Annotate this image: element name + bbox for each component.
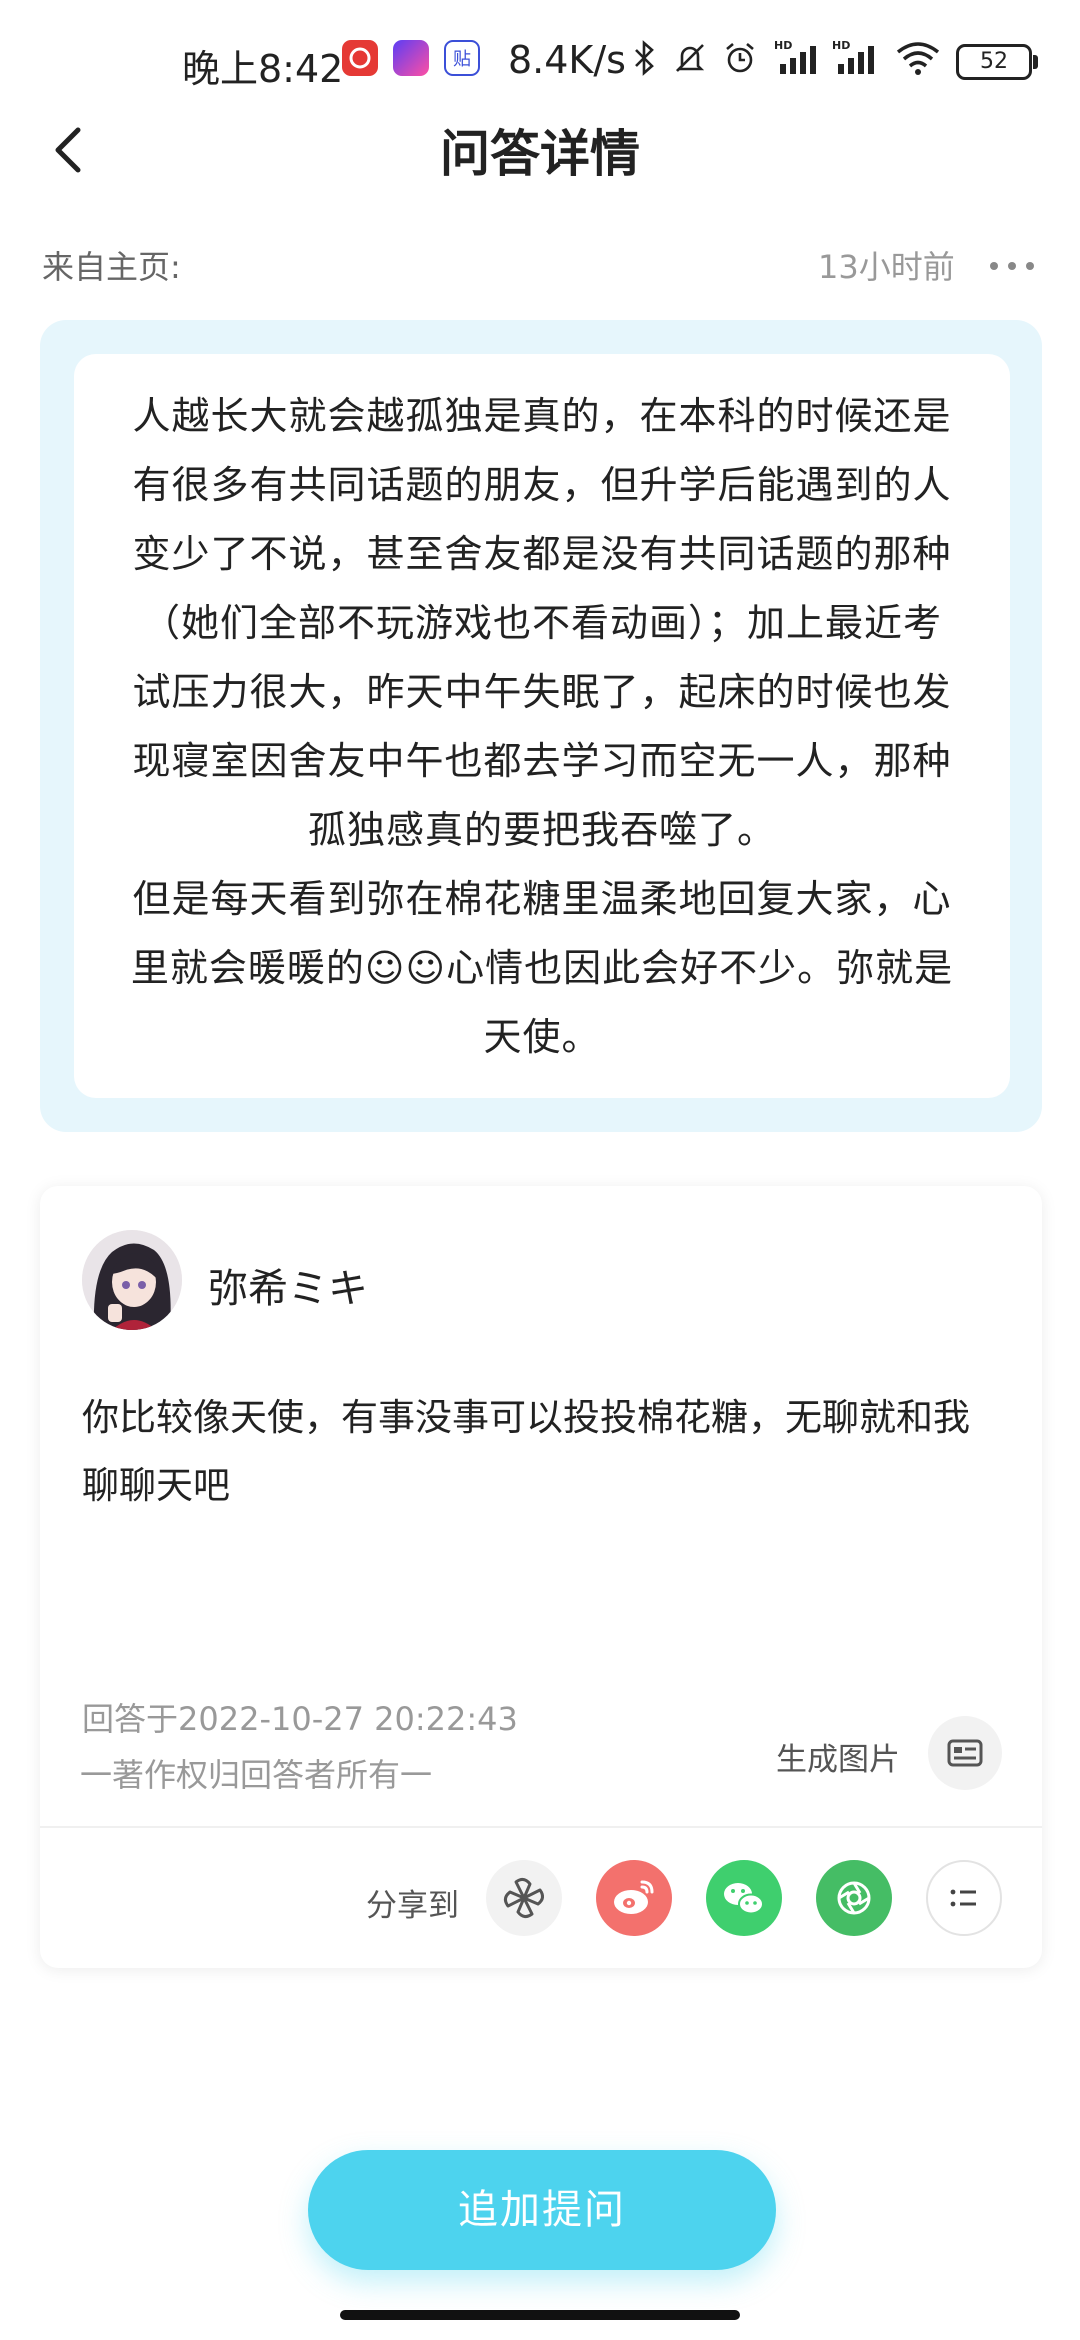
bluetooth-icon [635, 40, 654, 76]
status-time: 晚上8:42 [182, 47, 344, 91]
share-moments-button[interactable] [816, 1860, 892, 1936]
divider [40, 1826, 1042, 1828]
network-speed: 8.4K/s [508, 38, 626, 82]
question-line: 变少了不说，甚至舍友都是没有共同话题的那种 [132, 532, 952, 576]
question-line: 有很多有共同话题的朋友，但升学后能遇到的人 [132, 463, 952, 507]
list-icon [950, 1889, 976, 1907]
battery-indicator: 52 [956, 44, 1038, 80]
share-pinwheel-button[interactable] [486, 1860, 562, 1936]
answer-card [40, 1186, 1042, 1968]
pinwheel-icon [503, 1877, 545, 1919]
question-line: 人越长大就会越孤独是真的，在本科的时候还是 [132, 394, 952, 438]
svg-text:HD: HD [774, 39, 792, 52]
answer-author[interactable]: 弥希ミキ [208, 1256, 368, 1314]
answer-date: 回答于2022-10-27 20:22:43 [82, 1700, 518, 1738]
source-label: 来自主页: [42, 248, 181, 286]
page-title: 问答详情 [440, 125, 640, 183]
generate-image-label[interactable]: 生成图片 [776, 1734, 900, 1779]
moments-icon [837, 1881, 871, 1915]
question-line: 试压力很大，昨天中午失眠了，起床的时候也发 [132, 670, 952, 714]
svg-text:HD: HD [832, 39, 850, 52]
time-ago: 13小时前 [818, 248, 955, 286]
answer-text: 你比较像天使，有事没事可以投投棉花糖，无聊就和我 聊聊天吧 [82, 1384, 1002, 1520]
avatar[interactable] [82, 1230, 182, 1330]
share-wechat-button[interactable] [706, 1860, 782, 1936]
question-line: 孤独感真的要把我吞噬了。 [307, 808, 776, 852]
follow-up-question-button[interactable]: 追加提问 [308, 2150, 776, 2270]
share-label: 分享到 [366, 1888, 459, 1924]
home-indicator[interactable] [340, 2310, 740, 2320]
question-line: 天使。 [483, 1015, 601, 1059]
purple-app-icon [393, 40, 429, 76]
generate-image-button[interactable] [928, 1716, 1002, 1790]
share-more-button[interactable] [926, 1860, 1002, 1936]
question-line: 现寝室因舍友中午也都去学习而空无一人，那种 [132, 739, 952, 783]
tieba-icon: 贴 [444, 40, 480, 76]
alarm-icon [726, 43, 754, 73]
hd-signal-icon: HD [832, 39, 874, 74]
question-line: （她们全部不玩游戏也不看动画）；加上最近考 [141, 601, 942, 645]
wechat-icon [724, 1883, 764, 1915]
share-weibo-button[interactable] [596, 1860, 672, 1936]
wifi-icon [896, 42, 940, 75]
question-text: 人越长大就会越孤独是真的，在本科的时候还是 有很多有共同话题的朋友，但升学后能遇… [94, 382, 990, 1072]
weibo-icon [614, 1880, 654, 1914]
answer-line: 你比较像天使，有事没事可以投投棉花糖，无聊就和我 [82, 1396, 970, 1439]
question-line: 里就会暖暖的☺☺心情也因此会好不少。弥就是 [130, 946, 954, 990]
netease-music-icon [342, 40, 378, 76]
more-options-icon[interactable] [990, 250, 1036, 280]
mute-icon [675, 44, 705, 72]
status-bar: 晚上8:42 贴 8.4K/s HD HD 52 [0, 0, 1080, 120]
copyright-notice: 一著作权归回答者所有一 [80, 1756, 433, 1794]
hd-signal-icon: HD [774, 39, 816, 74]
svg-text:贴: 贴 [453, 49, 471, 70]
answer-line: 聊聊天吧 [82, 1464, 230, 1507]
question-line: 但是每天看到弥在棉花糖里温柔地回复大家，心 [132, 877, 952, 921]
image-card-icon [947, 1739, 983, 1767]
